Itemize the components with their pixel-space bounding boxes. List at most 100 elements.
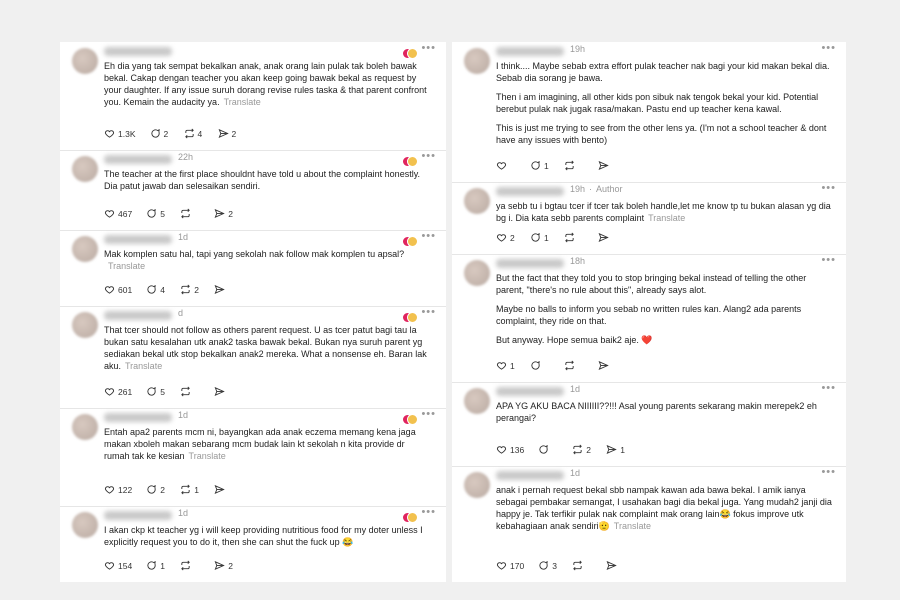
share-button[interactable] [214, 484, 234, 495]
username-blurred[interactable] [496, 259, 564, 268]
share-button[interactable]: 2 [214, 560, 234, 571]
avatar[interactable] [464, 388, 490, 414]
translate-link[interactable]: Translate [648, 213, 685, 223]
avatar[interactable] [72, 156, 98, 182]
share-button[interactable] [214, 284, 234, 295]
translate-link[interactable]: Translate [108, 261, 145, 271]
like-button[interactable]: 2 [496, 232, 516, 243]
translate-link[interactable]: Translate [189, 451, 226, 461]
repost-button[interactable]: 1 [180, 484, 200, 495]
like-button[interactable]: 261 [104, 386, 132, 397]
reply-button[interactable]: 3 [538, 560, 558, 571]
avatar[interactable] [72, 236, 98, 262]
timestamp: 1d [570, 468, 581, 478]
avatar[interactable] [464, 48, 490, 74]
more-options-icon[interactable]: ••• [421, 408, 436, 420]
reply-button[interactable] [538, 444, 558, 455]
repost-button[interactable]: 2 [180, 284, 200, 295]
reply-button[interactable]: 2 [146, 484, 166, 495]
like-button[interactable]: 170 [496, 560, 524, 571]
reply-button[interactable]: 4 [146, 284, 166, 295]
reply-button[interactable]: 5 [146, 208, 166, 219]
translate-link[interactable]: Translate [614, 521, 651, 531]
timestamp: 1d [178, 232, 189, 242]
reply-button[interactable] [530, 360, 550, 371]
username-blurred[interactable] [496, 47, 564, 56]
like-button[interactable]: 122 [104, 484, 132, 495]
more-options-icon[interactable]: ••• [821, 254, 836, 266]
username-blurred[interactable] [496, 187, 564, 196]
repost-button[interactable] [180, 386, 200, 397]
more-options-icon[interactable]: ••• [421, 42, 436, 54]
reply-button[interactable]: 1 [530, 232, 550, 243]
username-blurred[interactable] [104, 413, 172, 422]
repost-button[interactable] [572, 560, 592, 571]
username-blurred[interactable] [104, 311, 172, 320]
like-button[interactable]: 136 [496, 444, 524, 455]
comment-paragraph: I think.... Maybe sebab extra effort pul… [496, 60, 832, 84]
comment-actions: 261 5 [104, 386, 248, 397]
more-options-icon[interactable]: ••• [821, 182, 836, 194]
share-button[interactable]: 2 [218, 128, 238, 139]
share-button[interactable] [606, 560, 626, 571]
avatar[interactable] [464, 188, 490, 214]
avatar[interactable] [72, 48, 98, 74]
comment-text: The teacher at the first place shouldnt … [104, 168, 432, 199]
repost-button[interactable] [564, 160, 584, 171]
more-options-icon[interactable]: ••• [821, 42, 836, 54]
username-blurred[interactable] [496, 471, 564, 480]
like-button[interactable] [496, 160, 516, 171]
comment-meta: 1d [178, 232, 192, 242]
more-options-icon[interactable]: ••• [421, 306, 436, 318]
heart-icon [496, 560, 510, 571]
username-blurred[interactable] [104, 155, 172, 164]
avatar[interactable] [464, 260, 490, 286]
emoji-reaction-icon [407, 312, 418, 323]
avatar[interactable] [464, 472, 490, 498]
repost-button[interactable] [180, 208, 200, 219]
comment-card: d ••• That tcer should not follow as other… [60, 306, 446, 409]
like-button[interactable]: 154 [104, 560, 132, 571]
share-button[interactable]: 1 [606, 444, 626, 455]
repost-button[interactable] [180, 560, 200, 571]
reply-button[interactable]: 2 [150, 128, 170, 139]
repost-button[interactable] [564, 360, 584, 371]
reply-button[interactable]: 1 [146, 560, 166, 571]
replies-count: 4 [160, 284, 165, 295]
more-options-icon[interactable]: ••• [821, 382, 836, 394]
more-options-icon[interactable]: ••• [821, 466, 836, 478]
heart-icon [104, 560, 118, 571]
reply-button[interactable]: 5 [146, 386, 166, 397]
username-blurred[interactable] [104, 47, 172, 56]
share-button[interactable] [214, 386, 234, 397]
repost-button[interactable] [564, 232, 584, 243]
like-button[interactable]: 467 [104, 208, 132, 219]
like-button[interactable]: 601 [104, 284, 132, 295]
more-options-icon[interactable]: ••• [421, 150, 436, 162]
avatar[interactable] [72, 414, 98, 440]
timestamp: 1d [570, 384, 581, 394]
comment-actions: 1.3K 2 4 2 [104, 128, 252, 139]
share-button[interactable] [598, 232, 618, 243]
username-blurred[interactable] [104, 235, 172, 244]
repost-button[interactable]: 4 [184, 128, 204, 139]
heart-icon [496, 444, 510, 455]
translate-link[interactable]: Translate [224, 97, 261, 107]
username-blurred[interactable] [496, 387, 564, 396]
comment-line: This is just me trying to see from the o… [496, 123, 827, 145]
more-options-icon[interactable]: ••• [421, 230, 436, 242]
comment-paragraph: Maybe no balls to inform you sebab no wr… [496, 303, 832, 327]
reply-button[interactable]: 1 [530, 160, 550, 171]
like-button[interactable]: 1.3K [104, 128, 136, 139]
more-options-icon[interactable]: ••• [421, 506, 436, 518]
avatar[interactable] [72, 512, 98, 538]
like-button[interactable]: 1 [496, 360, 516, 371]
repost-button[interactable]: 2 [572, 444, 592, 455]
share-button[interactable] [598, 160, 618, 171]
share-button[interactable] [598, 360, 618, 371]
avatar[interactable] [72, 312, 98, 338]
username-blurred[interactable] [104, 511, 172, 520]
translate-link[interactable]: Translate [125, 361, 162, 371]
share-button[interactable]: 2 [214, 208, 234, 219]
heart-icon [104, 208, 118, 219]
